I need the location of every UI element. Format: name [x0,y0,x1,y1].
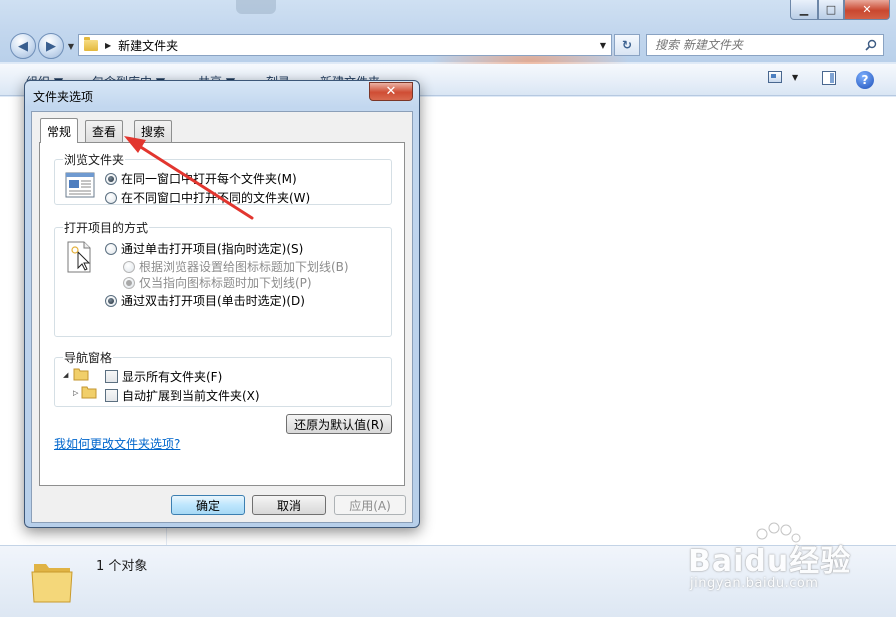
window-caption-buttons: ▁ □ ✕ [790,0,890,20]
maximize-icon: □ [825,3,837,16]
restore-defaults-button[interactable]: 还原为默认值(R) [286,414,392,434]
option-label: 在同一窗口中打开每个文件夹(M) [121,172,297,186]
tab-search[interactable]: 搜索 [134,120,173,142]
help-icon[interactable]: ? [856,71,874,89]
radio-same-window[interactable]: 在同一窗口中打开每个文件夹(M) [105,170,297,187]
option-label: 通过双击打开项目(单击时选定)(D) [121,294,305,308]
view-dropdown-icon[interactable]: ▼ [792,73,798,82]
tab-label: 搜索 [141,125,166,139]
tab-general[interactable]: 常规 [40,118,79,143]
option-label: 显示所有文件夹(F) [122,370,223,384]
forward-button[interactable]: ▶ [38,33,64,59]
view-options[interactable]: ▼ [768,71,798,83]
dialog-close-button[interactable]: ✕ [369,82,413,101]
radio-double-click[interactable]: 通过双击打开项目(单击时选定)(D) [105,292,305,309]
dialog-title: 文件夹选项 [33,90,94,104]
breadcrumb-current-folder[interactable]: 新建文件夹 [118,37,178,54]
radio-new-window[interactable]: 在不同窗口中打开不同的文件夹(W) [105,189,310,206]
checkbox[interactable] [105,370,118,383]
option-label: 根据浏览器设置给图标标题加下划线(B) [139,260,349,274]
checkbox[interactable] [105,389,118,402]
tree-collapsed-icon: ▷ [73,389,79,397]
search-input[interactable] [655,38,855,52]
radio-button[interactable] [105,242,117,255]
option-label: 自动扩展到当前文件夹(X) [122,389,260,403]
tab-label: 查看 [92,125,117,139]
radio-button[interactable] [105,172,117,185]
baidu-watermark: Baidu经验 jingyan.baidu.com [688,522,888,602]
folder-icon [73,368,89,381]
nav-buttons: ◀ ▶ ▼ [10,33,78,59]
preview-pane-toggle[interactable] [822,71,836,85]
radio-button[interactable] [123,276,135,289]
back-button[interactable]: ◀ [10,33,36,59]
tab-label: 常规 [47,124,72,139]
checkbox-show-all-folders[interactable]: 显示所有文件夹(F) [105,368,222,385]
address-bar[interactable]: ▶ 新建文件夹 ▼ [78,34,612,56]
click-items-group: 打开项目的方式 通过单击打开项目(指向时选定)(S) 根据浏览器设置给图标标题加… [54,219,392,337]
forward-arrow-icon: ▶ [46,38,56,54]
help-button[interactable]: ? [856,71,874,89]
close-icon: ✕ [385,84,397,99]
checkbox-auto-expand[interactable]: 自动扩展到当前文件夹(X) [105,387,260,404]
option-label: 仅当指向图标标题时加下划线(P) [139,276,312,290]
maximize-button[interactable]: □ [818,0,844,20]
radio-underline-point[interactable]: 仅当指向图标标题时加下划线(P) [123,274,312,291]
item-count-text: 1 个对象 [96,559,148,574]
watermark-url: jingyan.baidu.com [690,576,819,591]
search-icon[interactable] [865,39,877,51]
option-label: 在不同窗口中打开不同的文件夹(W) [121,191,311,205]
radio-button[interactable] [105,191,117,204]
minimize-button[interactable]: ▁ [790,0,818,20]
option-label: 通过单击打开项目(指向时选定)(S) [121,242,304,256]
preview-pane-icon[interactable] [822,71,836,85]
watermark-brand: Baidu经验 [688,544,852,579]
radio-button[interactable] [105,294,117,307]
radio-button[interactable] [123,260,135,273]
tab-view[interactable]: 查看 [85,120,124,142]
click-pointer-icon [67,241,91,273]
blurred-title-area [236,0,276,14]
recent-pages-dropdown[interactable]: ▼ [64,33,78,59]
close-button[interactable]: ✕ [844,0,890,20]
browse-folders-group: 浏览文件夹 在同一窗口中打开每个文件夹(M) 在不同窗口中打开不同的文件夹(W) [54,151,392,206]
group-label: 导航窗格 [63,349,114,366]
browse-window-icon [65,172,95,198]
cancel-button[interactable]: 取消 [252,495,326,515]
address-dropdown-icon[interactable]: ▼ [595,41,611,50]
radio-single-click[interactable]: 通过单击打开项目(指向时选定)(S) [105,240,303,257]
dialog-body: 常规 查看 搜索 浏览文件夹 在同一窗口中打开每个文件夹(M) 在不同窗口中打开… [31,111,413,523]
folder-options-dialog: 文件夹选项 ✕ 常规 查看 搜索 浏览文件夹 在同一窗口中打开每个文件夹(M) … [24,80,420,528]
close-icon: ✕ [862,3,872,16]
group-label: 打开项目的方式 [63,219,150,236]
group-label: 浏览文件夹 [63,151,126,168]
radio-underline-browser[interactable]: 根据浏览器设置给图标标题加下划线(B) [123,258,349,275]
chevron-down-icon: ▼ [67,41,75,51]
large-folder-icon [31,564,73,603]
refresh-icon: ↻ [621,38,633,52]
breadcrumb-chevron-icon[interactable]: ▶ [105,41,111,50]
apply-button[interactable]: 应用(A) [334,495,406,515]
refresh-button[interactable]: ↻ [614,34,640,56]
ok-button[interactable]: 确定 [171,495,245,515]
folder-icon [84,36,98,51]
folder-icon [81,386,97,399]
back-arrow-icon: ◀ [18,38,28,54]
tree-expanded-icon: ◢ [63,371,69,379]
search-box[interactable] [646,34,884,56]
change-view-icon[interactable] [768,71,782,83]
minimize-icon: ▁ [799,3,809,16]
help-link[interactable]: 我如何更改文件夹选项? [54,435,180,452]
general-tab-panel: 浏览文件夹 在同一窗口中打开每个文件夹(M) 在不同窗口中打开不同的文件夹(W)… [39,142,405,486]
navigation-pane-group: 导航窗格 ◢ ▷ 显示所有文件夹(F) 自动扩展到当前文件夹(X) [54,349,392,407]
